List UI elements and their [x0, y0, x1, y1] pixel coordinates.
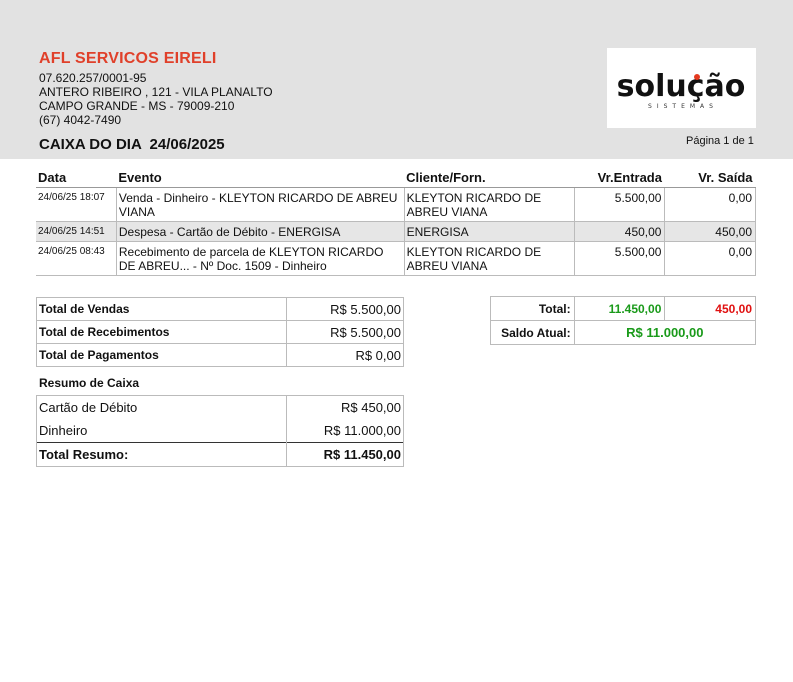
- solucao-logo-icon: solução SISTEMAS: [617, 69, 746, 110]
- report-title: CAIXA DO DIA 24/06/2025: [39, 136, 225, 153]
- table-row: 24/06/25 18:07 Venda - Dinheiro - KLEYTO…: [36, 187, 756, 222]
- total-out-value: 450,00: [664, 296, 756, 321]
- resumo-title: Resumo de Caixa: [39, 376, 140, 390]
- total-vendas-row: Total de Vendas R$ 5.500,00: [35, 297, 404, 321]
- resumo-table: Cartão de Débito R$ 450,00 Dinheiro R$ 1…: [35, 395, 404, 467]
- row-client: KLEYTON RICARDO DE ABREU VIANA: [404, 241, 575, 276]
- total-pagamentos-value: R$ 0,00: [286, 343, 404, 367]
- row-client: ENERGISA: [404, 221, 575, 242]
- logo-subtext: SISTEMAS: [648, 103, 718, 110]
- header-date: Data: [36, 167, 117, 188]
- row-in: 5.500,00: [574, 241, 666, 276]
- company-logo: solução SISTEMAS: [607, 48, 756, 128]
- row-out: 0,00: [664, 187, 756, 222]
- saldo-row: Saldo Atual: R$ 11.000,00: [490, 320, 757, 345]
- cash-movements-table: Data Evento Cliente/Forn. Vr.Entrada Vr.…: [36, 167, 756, 276]
- totals-summary-table: Total de Vendas R$ 5.500,00 Total de Rec…: [35, 297, 404, 367]
- balance-table: Total: 11.450,00 450,00 Saldo Atual: R$ …: [490, 296, 757, 345]
- resumo-value: R$ 450,00: [286, 395, 404, 419]
- total-vendas-label: Total de Vendas: [35, 297, 288, 321]
- total-recebimentos-row: Total de Recebimentos R$ 5.500,00: [35, 320, 404, 344]
- total-pagamentos-row: Total de Pagamentos R$ 0,00: [35, 343, 404, 367]
- row-in: 450,00: [574, 221, 666, 242]
- row-client: KLEYTON RICARDO DE ABREU VIANA: [404, 187, 575, 222]
- row-date: 24/06/25 08:43: [36, 241, 117, 276]
- total-row: Total: 11.450,00 450,00: [490, 296, 756, 321]
- resumo-value: R$ 11.000,00: [286, 419, 404, 443]
- header-client: Cliente/Forn.: [404, 167, 575, 188]
- resumo-total-value: R$ 11.450,00: [286, 442, 404, 467]
- table-row: 24/06/25 14:51 Despesa - Cartão de Débit…: [36, 221, 756, 242]
- resumo-total-label: Total Resumo:: [35, 442, 288, 467]
- saldo-value: R$ 11.000,00: [573, 320, 757, 345]
- resumo-label: Dinheiro: [35, 419, 288, 443]
- resumo-row: Cartão de Débito R$ 450,00: [35, 395, 404, 419]
- company-city: CAMPO GRANDE - MS - 79009-210: [39, 99, 235, 113]
- row-in: 5.500,00: [574, 187, 666, 222]
- company-info: 07.620.257/0001-95 ANTERO RIBEIRO , 121 …: [39, 71, 273, 127]
- header-in: Vr.Entrada: [574, 167, 665, 188]
- page-indicator: Página 1 de 1: [686, 135, 754, 147]
- total-in-value: 11.450,00: [573, 296, 666, 321]
- row-date: 24/06/25 14:51: [36, 221, 117, 242]
- saldo-label: Saldo Atual:: [490, 320, 575, 345]
- company-phone: (67) 4042-7490: [39, 113, 122, 127]
- header-out: Vr. Saída: [664, 167, 756, 188]
- total-vendas-value: R$ 5.500,00: [286, 297, 404, 321]
- logo-accent-icon: [694, 74, 700, 80]
- company-name: AFL SERVICOS EIRELI: [39, 50, 217, 67]
- total-recebimentos-value: R$ 5.500,00: [286, 320, 404, 344]
- header-event: Evento: [116, 167, 405, 188]
- report-header: AFL SERVICOS EIRELI 07.620.257/0001-95 A…: [0, 0, 793, 159]
- company-cnpj: 07.620.257/0001-95: [39, 71, 147, 85]
- row-event: Despesa - Cartão de Débito - ENERGISA: [116, 221, 405, 242]
- row-out: 0,00: [664, 241, 756, 276]
- logo-text: solução: [617, 69, 746, 104]
- row-event: Venda - Dinheiro - KLEYTON RICARDO DE AB…: [116, 187, 405, 222]
- table-header-row: Data Evento Cliente/Forn. Vr.Entrada Vr.…: [36, 167, 756, 188]
- row-event: Recebimento de parcela de KLEYTON RICARD…: [116, 241, 405, 276]
- total-pagamentos-label: Total de Pagamentos: [35, 343, 288, 367]
- resumo-row: Dinheiro R$ 11.000,00: [35, 419, 404, 443]
- total-recebimentos-label: Total de Recebimentos: [35, 320, 288, 344]
- table-row: 24/06/25 08:43 Recebimento de parcela de…: [36, 241, 756, 276]
- company-address: ANTERO RIBEIRO , 121 - VILA PLANALTO: [39, 85, 273, 99]
- resumo-label: Cartão de Débito: [35, 395, 288, 419]
- row-date: 24/06/25 18:07: [36, 187, 117, 222]
- row-out: 450,00: [664, 221, 756, 242]
- resumo-total-row: Total Resumo: R$ 11.450,00: [35, 442, 404, 467]
- total-label: Total:: [490, 296, 575, 321]
